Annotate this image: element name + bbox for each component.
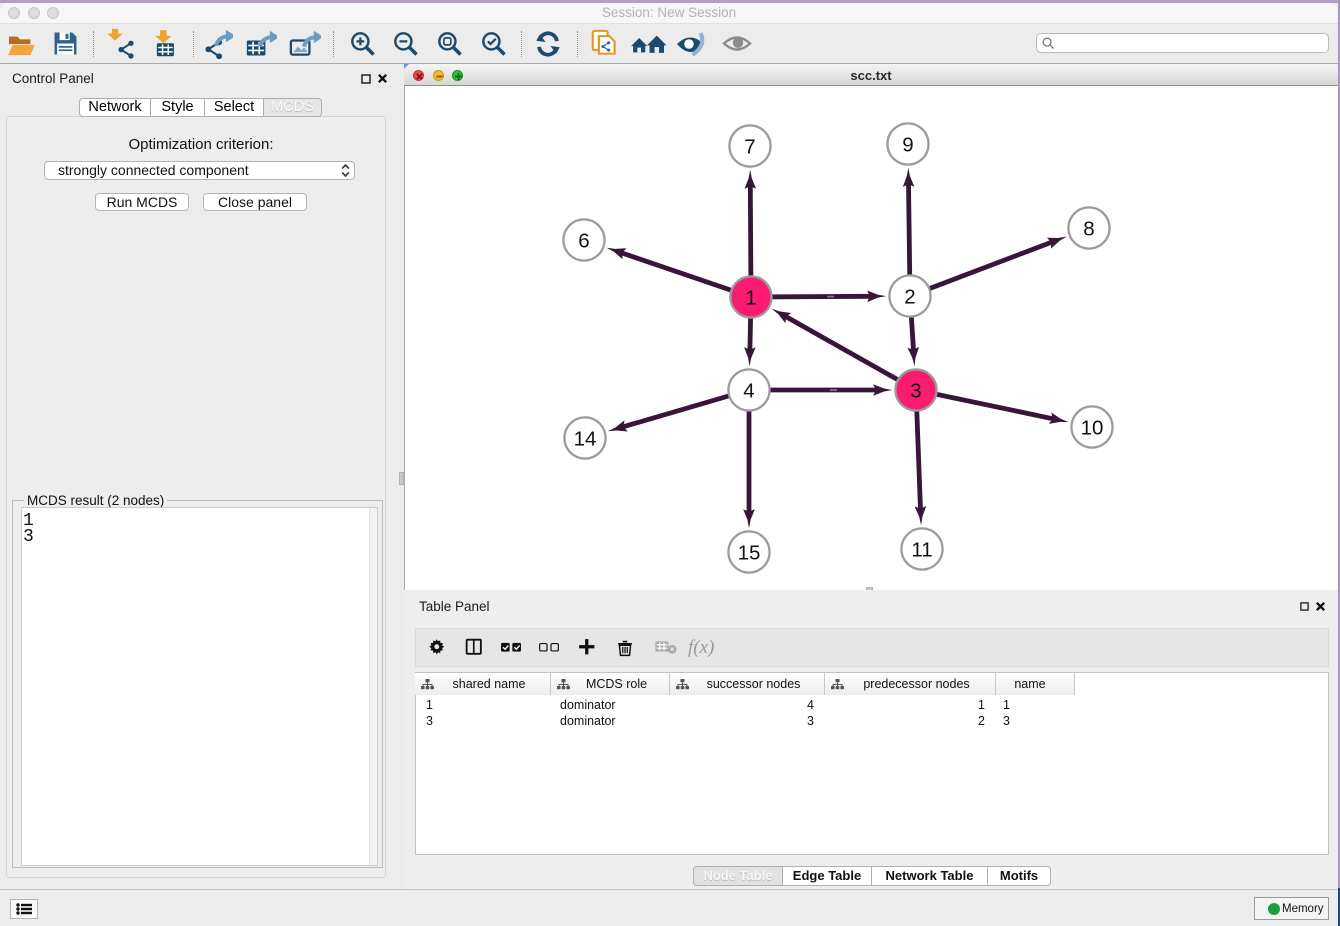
svg-text:10: 10 [1081,417,1104,440]
svg-text:15: 15 [738,542,761,565]
svg-text:6: 6 [578,230,589,253]
svg-text:11: 11 [911,539,932,562]
svg-text:3: 3 [910,380,921,403]
svg-text:2: 2 [904,286,915,309]
svg-text:4: 4 [743,380,754,403]
svg-text:9: 9 [902,134,913,157]
svg-text:1: 1 [745,287,756,310]
svg-text:14: 14 [574,428,597,451]
svg-text:8: 8 [1083,218,1094,241]
svg-text:7: 7 [744,136,755,159]
